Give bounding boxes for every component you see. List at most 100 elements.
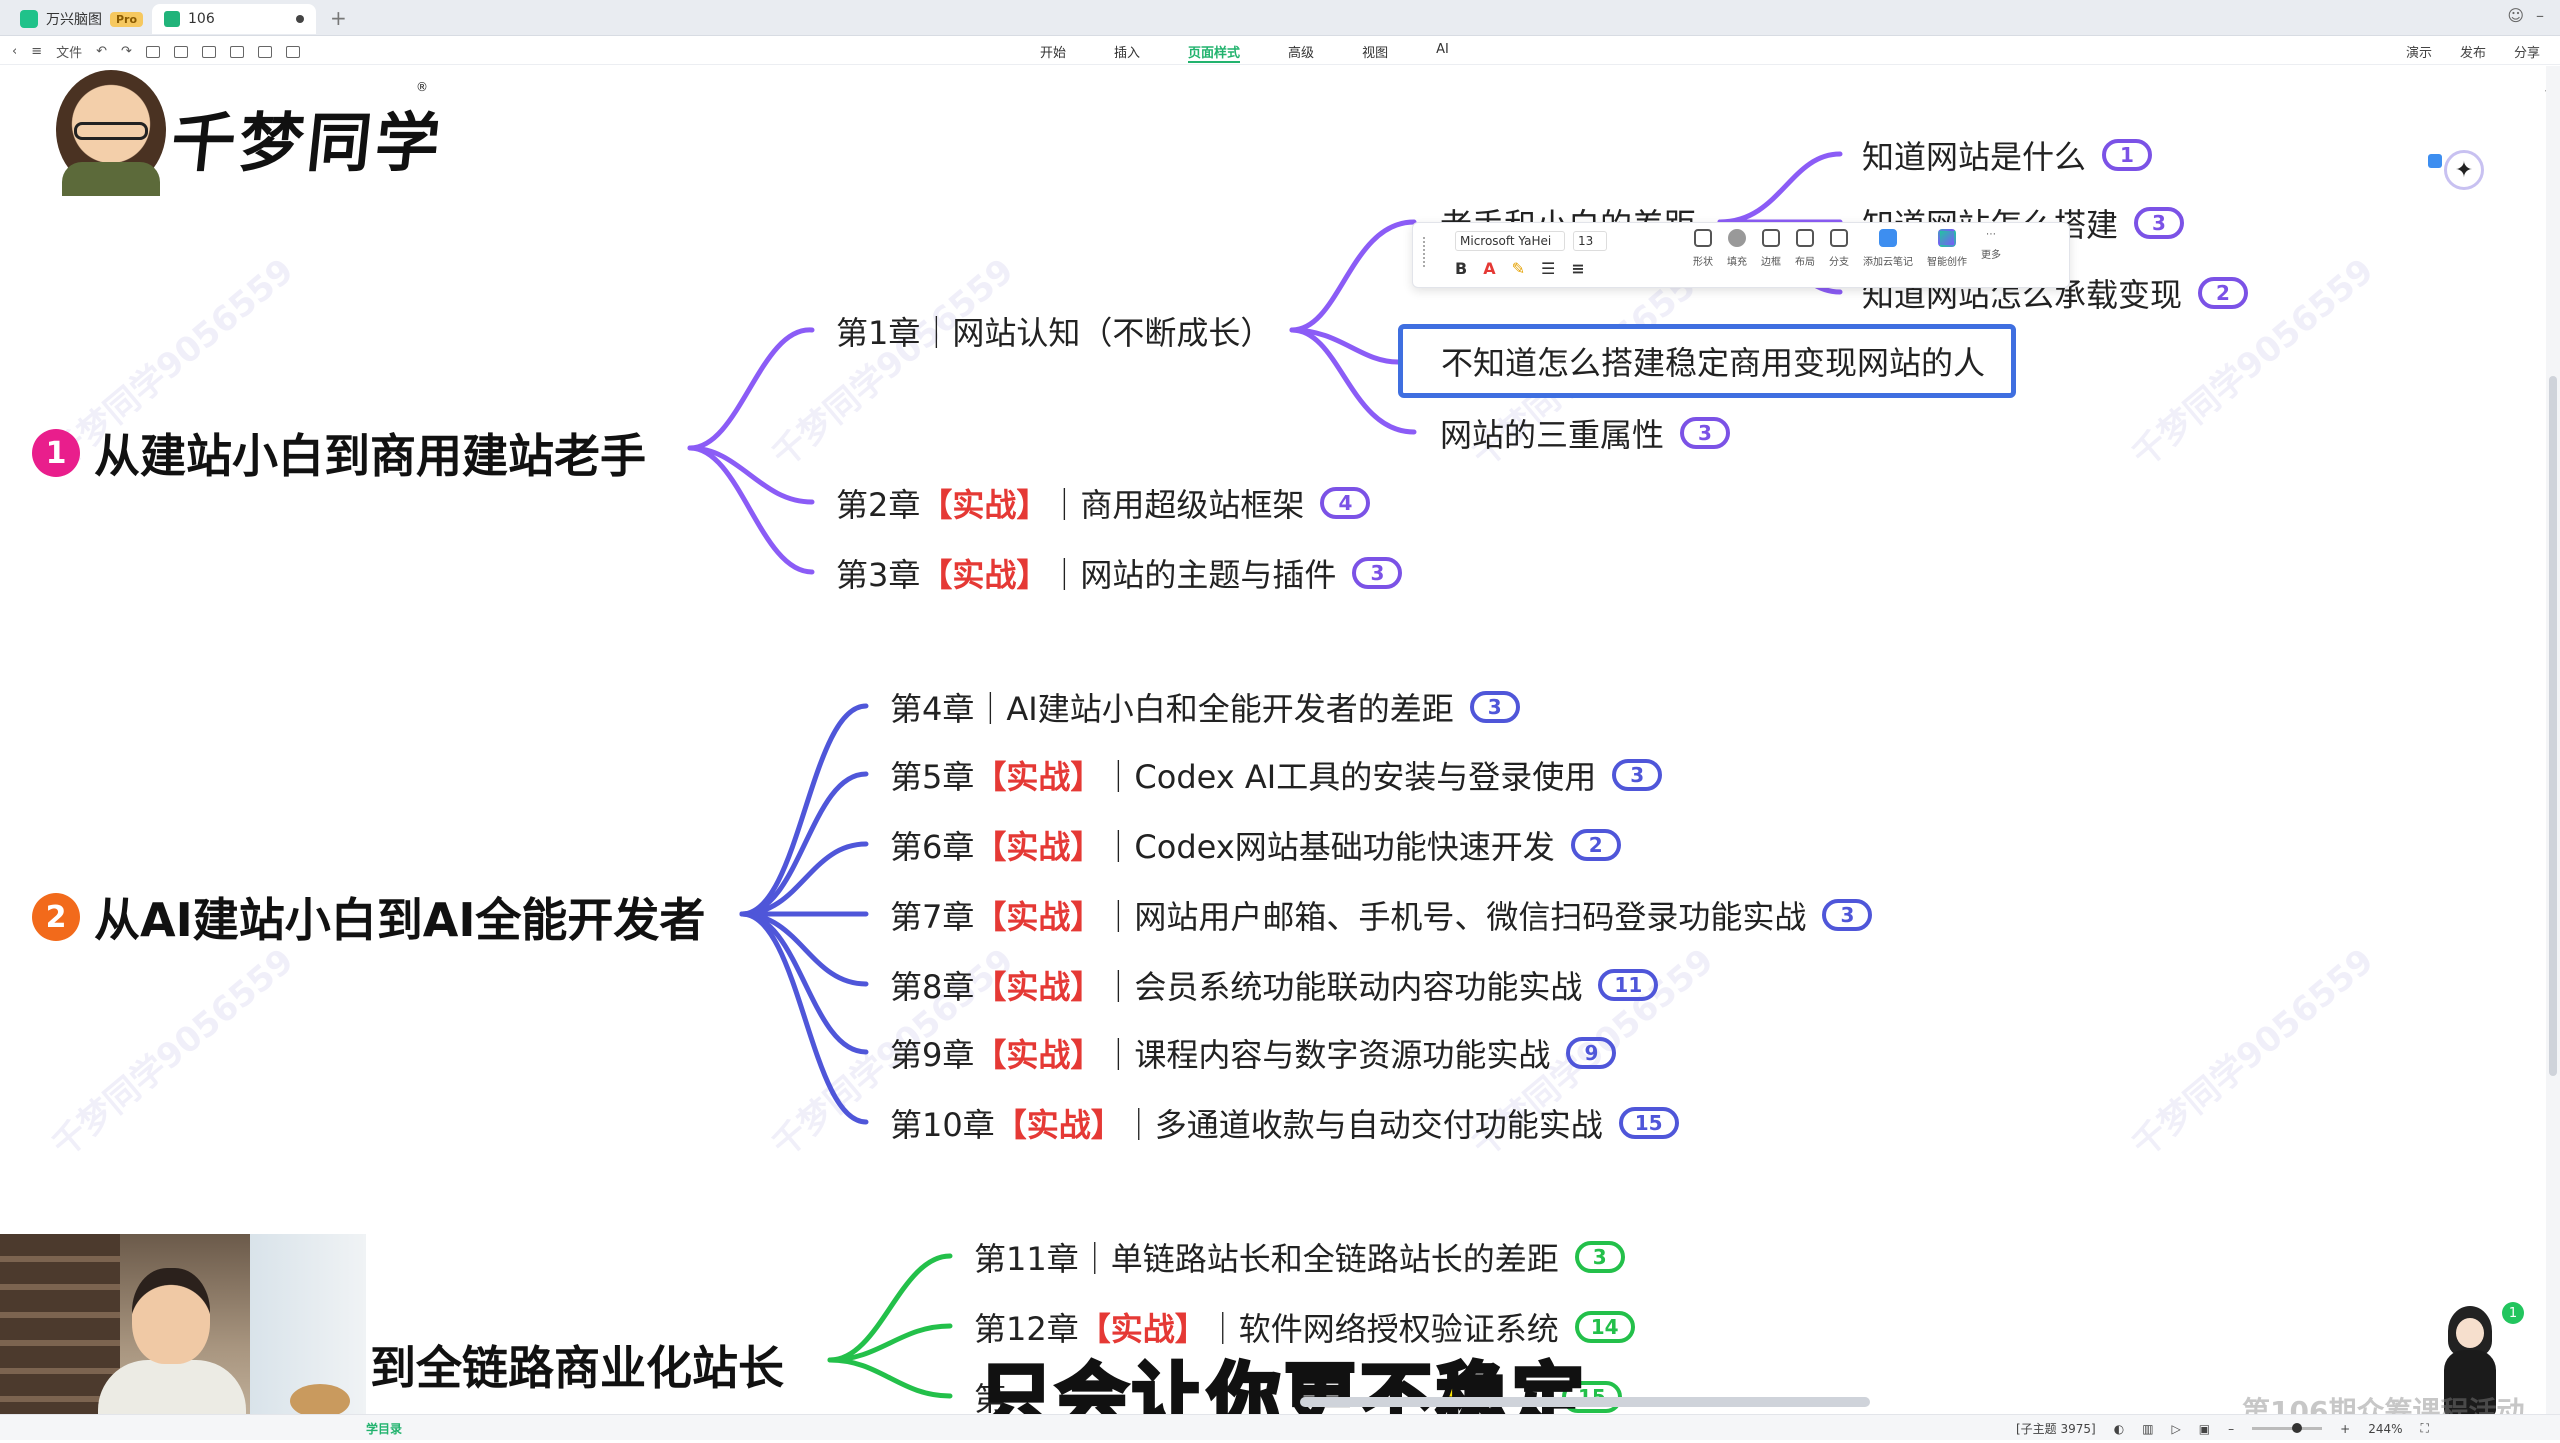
- section-1-root[interactable]: 1 从建站小白到商用建站老手: [32, 420, 646, 486]
- topic-count-badge[interactable]: 9: [1566, 1037, 1617, 1069]
- topic-count-badge[interactable]: 3: [1822, 899, 1873, 931]
- undo-icon[interactable]: ↶: [96, 44, 107, 59]
- chapter-node[interactable]: 第11章｜单链路站长和全链路站长的差距 3: [974, 1234, 1625, 1280]
- menu-page-style[interactable]: 页面样式: [1188, 42, 1241, 63]
- chapter-node[interactable]: 第6章 【实战】 ｜Codex网站基础功能快速开发 2: [890, 822, 1621, 868]
- save-icon[interactable]: [201, 45, 216, 58]
- open-icon[interactable]: [173, 45, 188, 58]
- section-3-root[interactable]: 到全链路商业化站长: [370, 1332, 784, 1398]
- cloud-note-icon: [1879, 229, 1897, 247]
- skin-icon[interactable]: ☺: [2507, 6, 2524, 25]
- ai-create-tool[interactable]: 智能创作: [1927, 229, 1967, 268]
- theme-icon[interactable]: ◐: [2114, 1422, 2124, 1436]
- book-icon[interactable]: ▥: [2142, 1422, 2153, 1436]
- vertical-scrollbar[interactable]: [2546, 66, 2560, 1414]
- font-color-button[interactable]: A: [1483, 259, 1495, 278]
- menu-insert[interactable]: 插入: [1114, 42, 1140, 63]
- topic-count-badge[interactable]: 3: [1469, 691, 1520, 723]
- topic-count-badge[interactable]: 3: [2134, 207, 2185, 239]
- chapter-node[interactable]: 第7章 【实战】 ｜网站用户邮箱、手机号、微信扫码登录功能实战 3: [890, 892, 1873, 938]
- chapter-node[interactable]: 第3章 【实战】 ｜网站的主题与插件 3: [836, 550, 1403, 596]
- fill-tool[interactable]: 填充: [1727, 229, 1747, 268]
- topic-count-badge[interactable]: 3: [1352, 557, 1403, 589]
- branch-tool[interactable]: 分支: [1829, 229, 1849, 268]
- share-file-icon[interactable]: [285, 45, 300, 58]
- layout-tool[interactable]: 布局: [1795, 229, 1815, 268]
- tab-bar: 万兴脑图 Pro 106 + ☺ –: [0, 0, 2560, 36]
- print-icon[interactable]: [229, 45, 244, 58]
- chapter-node[interactable]: 第4章｜AI建站小白和全能开发者的差距 3: [890, 684, 1520, 730]
- unsaved-dot-icon[interactable]: [296, 15, 304, 23]
- share-button[interactable]: 分享: [2514, 42, 2540, 61]
- chapter-node[interactable]: 第8章 【实战】 ｜会员系统功能联动内容功能实战 11: [890, 962, 1659, 1008]
- zoom-in-icon[interactable]: +: [2340, 1422, 2350, 1436]
- ai-assistant-icon[interactable]: ✦: [2444, 150, 2484, 190]
- export-icon[interactable]: [257, 45, 272, 58]
- outline-tab[interactable]: 学目录: [366, 1420, 402, 1437]
- chapter-number: 第8章: [890, 968, 975, 1006]
- menu-start[interactable]: 开始: [1040, 42, 1066, 63]
- drag-handle-icon[interactable]: [1423, 237, 1429, 267]
- publish-button[interactable]: 发布: [2460, 42, 2486, 61]
- topic-count-badge[interactable]: 3: [1680, 417, 1731, 449]
- menu-advanced[interactable]: 高级: [1288, 42, 1314, 63]
- play-icon[interactable]: ▷: [2172, 1422, 2181, 1436]
- practice-tag: 【实战】: [974, 898, 1103, 936]
- menu-icon[interactable]: ≡: [31, 44, 42, 59]
- chapter-node[interactable]: 第1章｜网站认知（不断成长）: [836, 308, 1272, 354]
- new-tab-button[interactable]: +: [330, 6, 347, 30]
- section-2-root[interactable]: 2 从AI建站小白到AI全能开发者: [32, 884, 705, 950]
- chapter-number: 第6章: [890, 828, 975, 866]
- bold-button[interactable]: B: [1455, 259, 1467, 278]
- chapter-title: ｜Codex网站基础功能快速开发: [1102, 828, 1555, 866]
- ai-create-icon: [1938, 229, 1956, 247]
- chapter-node[interactable]: 第10章 【实战】 ｜多通道收款与自动交付功能实战 15: [890, 1100, 1679, 1146]
- highlight-button[interactable]: ✎: [1512, 259, 1525, 278]
- chat-chip-icon[interactable]: [2428, 154, 2442, 168]
- zoom-slider[interactable]: [2252, 1423, 2323, 1433]
- app-tab[interactable]: 万兴脑图 Pro: [8, 4, 155, 34]
- border-tool[interactable]: 边框: [1761, 229, 1781, 268]
- menu-view[interactable]: 视图: [1362, 42, 1388, 63]
- subtopic-node[interactable]: 知道网站是什么 1: [1862, 132, 2153, 178]
- practice-tag: 【实战】: [920, 486, 1049, 524]
- font-family-select[interactable]: Microsoft YaHei: [1455, 231, 1565, 251]
- horizontal-scrollbar[interactable]: [1300, 1397, 1870, 1407]
- selected-subtopic-node[interactable]: 不知道怎么搭建稳定商用变现网站的人: [1398, 324, 2016, 398]
- document-tab[interactable]: 106: [152, 4, 316, 34]
- present-button[interactable]: 演示: [2406, 42, 2432, 61]
- topic-count-badge[interactable]: 11: [1598, 969, 1659, 1001]
- subtopic-title: 网站的三重属性: [1440, 416, 1665, 454]
- topic-count-badge[interactable]: 2: [2198, 277, 2249, 309]
- topic-count-badge[interactable]: 15: [1618, 1107, 1679, 1139]
- more-tool[interactable]: ⋯ 更多: [1981, 229, 2001, 268]
- new-icon[interactable]: [145, 45, 160, 58]
- topic-count-badge[interactable]: 3: [1574, 1241, 1625, 1273]
- fit-icon[interactable]: ▣: [2199, 1422, 2210, 1436]
- zoom-out-icon[interactable]: –: [2228, 1422, 2234, 1436]
- scrollbar-thumb[interactable]: [2549, 376, 2557, 1076]
- font-size-select[interactable]: 13: [1573, 231, 1607, 251]
- cloud-note-tool[interactable]: 添加云笔记: [1863, 229, 1913, 268]
- chapter-node[interactable]: 第9章 【实战】 ｜课程内容与数字资源功能实战 9: [890, 1030, 1617, 1076]
- connector-3-ch13: [827, 1357, 953, 1399]
- chapter-node[interactable]: 第2章 【实战】 ｜商用超级站框架 4: [836, 480, 1371, 526]
- chapter-title: ｜网站的主题与插件: [1048, 556, 1337, 594]
- back-icon[interactable]: ‹: [12, 44, 17, 59]
- topic-count-badge[interactable]: 3: [1612, 759, 1663, 791]
- mindmap-canvas[interactable]: 千梦同学9056559 千梦同学9056559 千梦同学9056559 千梦同学…: [0, 66, 2546, 1414]
- subtopic-node[interactable]: 网站的三重属性 3: [1440, 410, 1731, 456]
- topic-count-badge[interactable]: 4: [1320, 487, 1371, 519]
- redo-icon[interactable]: ↷: [121, 44, 132, 59]
- zoom-handle[interactable]: [2292, 1423, 2303, 1433]
- fullscreen-icon[interactable]: ⛶: [2421, 1421, 2429, 1436]
- menu-ai[interactable]: AI: [1436, 42, 1449, 63]
- file-menu[interactable]: 文件: [56, 42, 82, 61]
- topic-count-badge[interactable]: 1: [2102, 139, 2153, 171]
- shape-tool[interactable]: 形状: [1693, 229, 1713, 268]
- topic-count-badge[interactable]: 2: [1570, 829, 1621, 861]
- align-icon[interactable]: ≡: [1571, 259, 1584, 278]
- list-icon[interactable]: ☰: [1541, 259, 1555, 278]
- minimize-icon[interactable]: –: [2536, 6, 2544, 25]
- chapter-node[interactable]: 第5章 【实战】 ｜Codex AI工具的安装与登录使用 3: [890, 752, 1663, 798]
